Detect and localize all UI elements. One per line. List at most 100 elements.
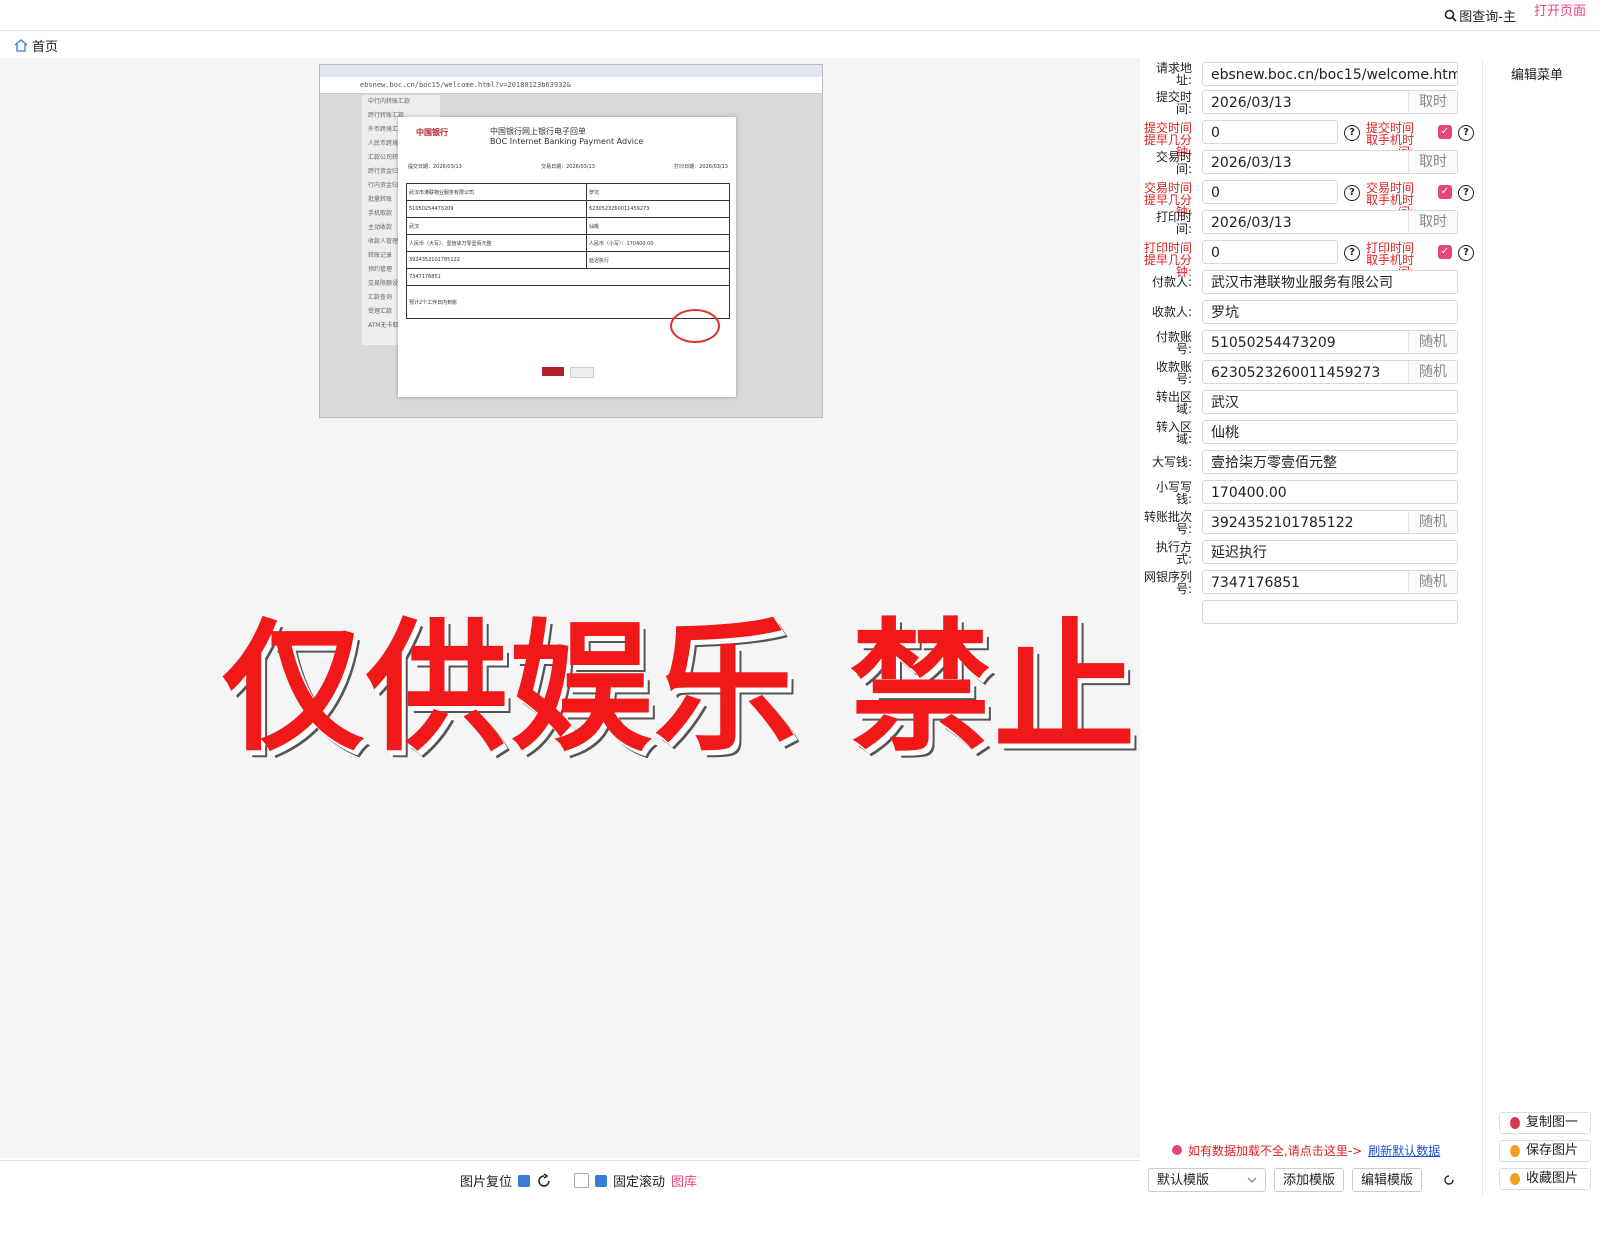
receipt-title: 中国银行网上银行电子回单 BOC Internet Banking Paymen… <box>490 127 643 147</box>
form-row-print-time: 打印时间: 2026/03/13 取时 <box>1140 210 1482 238</box>
trans-time-label: 交易时间: <box>1155 150 1192 176</box>
receipt-payer: 武汉市港联物业服务有限公司 <box>406 183 587 201</box>
upper-amount-input[interactable]: 壹拾柒万零壹佰元整 <box>1202 450 1458 474</box>
trans-advance-input[interactable]: 0 <box>1202 180 1338 204</box>
reload-notice: 如有数据加载不全,请点击这里-> 刷新默认数据 <box>1140 1140 1482 1160</box>
help-icon[interactable]: ? <box>1458 245 1474 261</box>
chevron-down-icon <box>1247 1177 1257 1183</box>
trans-phone-checkbox[interactable]: ✓ <box>1438 185 1452 199</box>
help-icon[interactable]: ? <box>1458 185 1474 201</box>
recv-account-value: 6230523260011459273 <box>1211 365 1381 381</box>
browser-address: ebsnew.boc.cn/boc15/welcome.html?v=20180… <box>320 77 822 94</box>
template-bar: 默认模版 添加模版 编辑模版 <box>1140 1168 1482 1196</box>
refresh-default-data-link[interactable]: 刷新默认数据 <box>1368 1142 1440 1159</box>
breadcrumb-home[interactable]: 首页 <box>32 36 58 55</box>
print-phone-checkbox[interactable]: ✓ <box>1438 245 1452 259</box>
refresh-icon[interactable] <box>536 1172 552 1189</box>
form-row-upper-amount: 大写钱: 壹拾柒万零壹佰元整 <box>1140 450 1482 478</box>
receipt-trans-date: 交易日期：2026/03/13 <box>541 164 595 170</box>
payer-input[interactable]: 武汉市港联物业服务有限公司 <box>1202 270 1458 294</box>
lower-amount-input[interactable]: 170400.00 <box>1202 480 1458 504</box>
receipt-title-cn: 中国银行网上银行电子回单 <box>490 127 586 136</box>
breadcrumb: 首页 <box>14 36 58 55</box>
print-time-input[interactable]: 2026/03/13 取时 <box>1202 210 1458 234</box>
receipt-title-en: BOC Internet Banking Payment Advice <box>490 137 644 146</box>
image-reset-label[interactable]: 图片复位 <box>460 1171 512 1190</box>
receipt-serial: 7347176851 <box>406 268 730 286</box>
trans-take-time-button[interactable]: 取时 <box>1408 151 1457 173</box>
help-icon[interactable]: ? <box>1344 185 1360 201</box>
submit-phone-checkbox[interactable]: ✓ <box>1438 125 1452 139</box>
receipt-beneficiary: 罗坑 <box>585 183 731 201</box>
arrow-right-icon[interactable] <box>518 1174 531 1187</box>
preview-toolbar: 图片复位 固定滚动 图库 <box>0 1160 1140 1201</box>
payee-input[interactable]: 罗坑 <box>1202 300 1458 324</box>
recv-account-input[interactable]: 6230523260011459273 随机 <box>1202 360 1458 384</box>
browser-tabs <box>320 65 822 77</box>
help-icon[interactable]: ? <box>1458 125 1474 141</box>
favorite-image-label: 收藏图片 <box>1526 1171 1579 1186</box>
form-row-extra <box>1140 600 1482 628</box>
image-query-button[interactable]: 图查询-主 <box>1444 6 1516 25</box>
receipt-screenshot[interactable]: ebsnew.boc.cn/boc15/welcome.html?v=20180… <box>319 64 823 418</box>
pay-account-input[interactable]: 51050254473209 随机 <box>1202 330 1458 354</box>
serial-input[interactable]: 7347176851 随机 <box>1202 570 1458 594</box>
receipt-print-button[interactable] <box>542 367 564 376</box>
receipt-table: 武汉市港联物业服务有限公司 罗坑 51050254473209 62305232… <box>406 183 731 319</box>
fixed-scroll-label: 固定滚动 <box>613 1175 666 1190</box>
batch-random-button[interactable]: 随机 <box>1408 511 1457 533</box>
receipt-from-region: 武汉 <box>406 217 587 235</box>
open-page-link[interactable]: 打开页面 <box>1534 0 1586 19</box>
trans-time-input[interactable]: 2026/03/13 取时 <box>1202 150 1458 174</box>
in-region-label: 转入区域: <box>1155 420 1192 446</box>
submit-time-input[interactable]: 2026/03/13 取时 <box>1202 90 1458 114</box>
fixed-scroll-checkbox[interactable] <box>574 1173 590 1188</box>
save-image-button[interactable]: 保存图片 <box>1499 1140 1591 1162</box>
submit-advance-input[interactable]: 0 <box>1202 120 1338 144</box>
extra-input[interactable] <box>1202 600 1458 624</box>
add-template-button[interactable]: 添加模版 <box>1274 1168 1345 1192</box>
reload-icon[interactable] <box>1442 1173 1456 1187</box>
receipt-payer-account: 51050254473209 <box>406 200 587 218</box>
batch-label: 转账批次号: <box>1143 510 1192 536</box>
method-input[interactable]: 延迟执行 <box>1202 540 1458 564</box>
form-row-recv-account: 收款账号: 6230523260011459273 随机 <box>1140 360 1482 388</box>
recv-account-random-button[interactable]: 随机 <box>1408 361 1457 383</box>
image-query-label: 图查询-主 <box>1459 10 1516 25</box>
template-select[interactable]: 默认模版 <box>1148 1168 1266 1192</box>
batch-input[interactable]: 3924352101785122 随机 <box>1202 510 1458 534</box>
gallery-link[interactable]: 图库 <box>671 1171 697 1190</box>
form-row-url: 请求地址: ebsnew.boc.cn/boc15/welcome.html?v… <box>1140 60 1482 88</box>
form-row-serial: 网银序列号: 7347176851 随机 <box>1140 570 1482 598</box>
print-time-value: 2026/03/13 <box>1211 215 1292 231</box>
in-region-input[interactable]: 仙桃 <box>1202 420 1458 444</box>
submit-take-time-button[interactable]: 取时 <box>1408 91 1457 113</box>
url-label: 请求地址: <box>1155 61 1192 87</box>
mango-icon <box>1510 1145 1520 1157</box>
home-icon <box>14 39 28 52</box>
submit-time-value: 2026/03/13 <box>1211 95 1292 111</box>
favorite-image-button[interactable]: 收藏图片 <box>1499 1168 1591 1190</box>
serial-random-button[interactable]: 随机 <box>1408 571 1457 593</box>
help-icon[interactable]: ? <box>1344 245 1360 261</box>
copy-image-label: 复制图一 <box>1526 1115 1579 1130</box>
out-region-input[interactable]: 武汉 <box>1202 390 1458 414</box>
receipt-dates: 提交日期：2026/03/13 交易日期：2026/03/13 打印日期：202… <box>408 163 728 170</box>
copy-image-button[interactable]: 复制图一 <box>1499 1112 1591 1134</box>
print-advance-input[interactable]: 0 <box>1202 240 1338 264</box>
receipt-batch: 3924352101785122 <box>406 251 587 269</box>
print-take-time-button[interactable]: 取时 <box>1408 211 1457 233</box>
pay-account-label: 付款账号: <box>1155 330 1192 356</box>
help-icon[interactable]: ? <box>1344 125 1360 141</box>
pay-account-random-button[interactable]: 随机 <box>1408 331 1457 353</box>
url-input[interactable]: ebsnew.boc.cn/boc15/welcome.html?v= <box>1202 62 1458 86</box>
top-bar: 图查询-主 打开页面 <box>0 0 1600 31</box>
receipt-close-button[interactable] <box>570 367 594 378</box>
lower-amount-label: 小写写钱: <box>1155 480 1192 506</box>
form-row-pay-account: 付款账号: 51050254473209 随机 <box>1140 330 1482 358</box>
edit-menu-title[interactable]: 编辑菜单 <box>1511 64 1563 83</box>
form-row-in-region: 转入区域: 仙桃 <box>1140 420 1482 448</box>
edit-template-button[interactable]: 编辑模版 <box>1352 1168 1423 1192</box>
form-row-print-advance: 打印时间提早几分钟: 0 ? 打印时间取手机时间: ✓ ? <box>1140 240 1482 278</box>
receipt-amount-upper: 人民币（大写）：壹拾柒万零壹佰元整 <box>406 234 587 252</box>
